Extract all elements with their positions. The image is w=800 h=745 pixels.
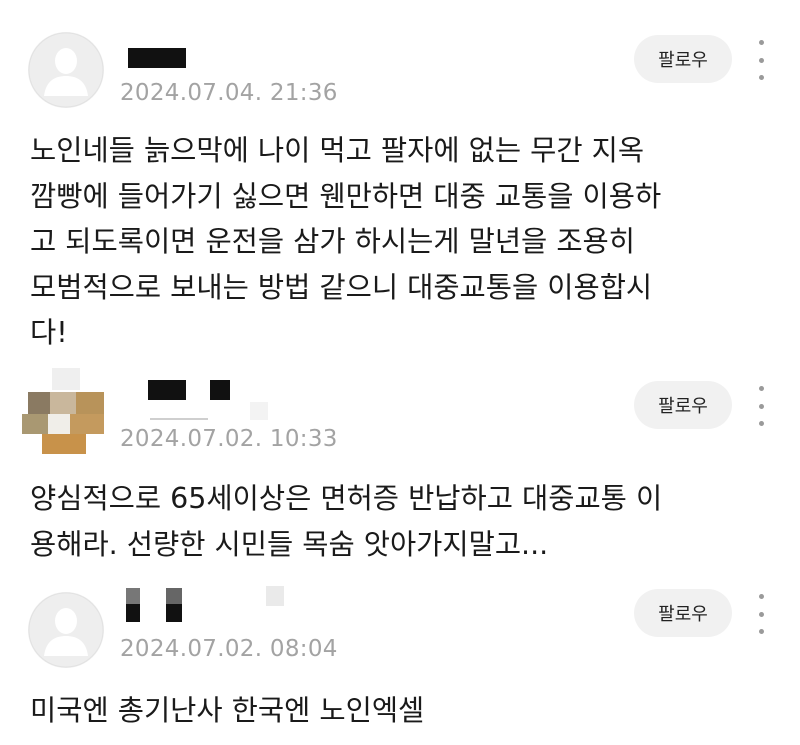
comment-text: 미국엔 총기난사 한국엔 노인엑셀	[30, 694, 425, 727]
follow-button[interactable]: 팔로우	[634, 589, 732, 637]
redacted-username[interactable]	[126, 604, 140, 622]
comment-date: 2024.07.02. 08:04	[120, 636, 338, 662]
more-vertical-icon[interactable]	[752, 594, 770, 634]
redacted-username[interactable]	[166, 604, 182, 622]
redacted-username[interactable]	[126, 588, 140, 604]
comment-item: 2024.07.02. 08:04 팔로우 미국엔 총기난사 한국엔 노인엑셀	[0, 0, 800, 745]
redacted-username	[266, 586, 284, 606]
default-avatar-icon[interactable]	[28, 592, 104, 668]
redacted-username[interactable]	[166, 588, 182, 604]
